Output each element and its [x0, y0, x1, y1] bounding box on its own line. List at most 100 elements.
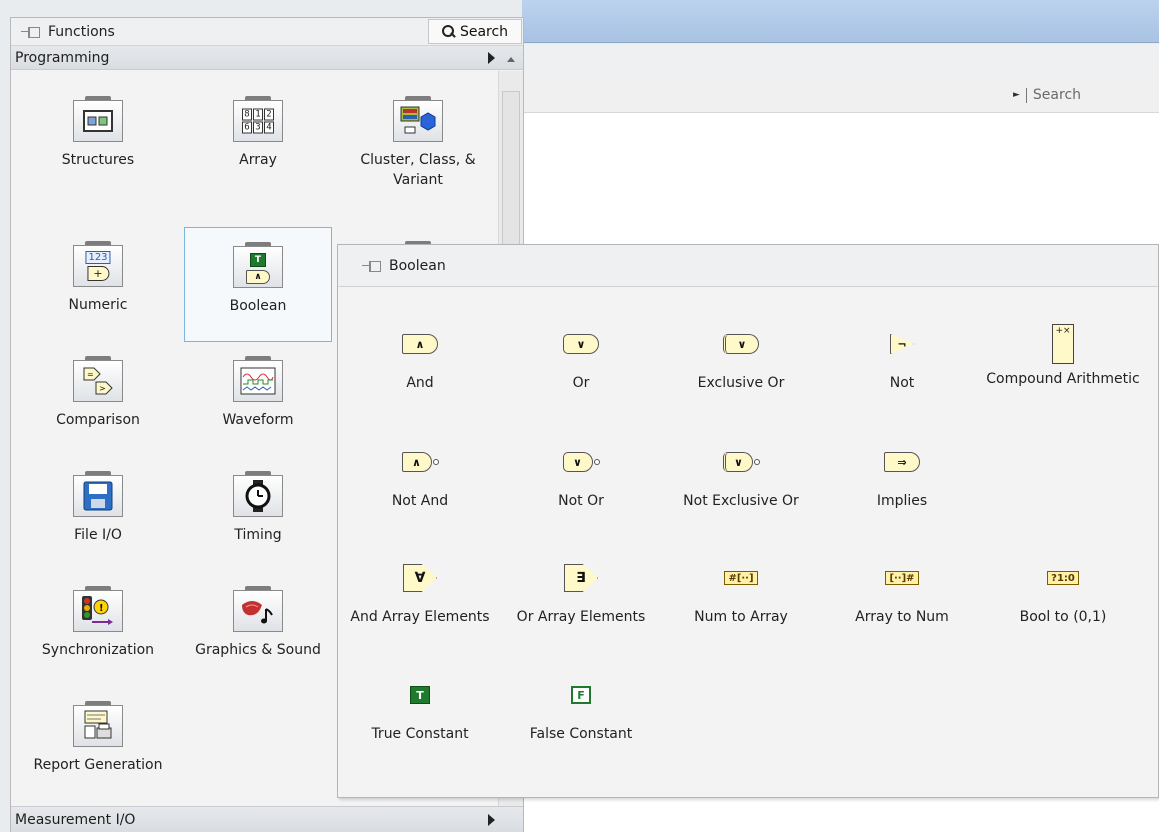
- fn-label: Exclusive Or: [697, 375, 785, 391]
- file-io-icon: [73, 471, 123, 517]
- fn-label: Or Array Elements: [516, 609, 646, 625]
- fn-label: And: [406, 375, 434, 391]
- cluster-class-variant-icon: [393, 96, 443, 142]
- graphics-sound-icon: [233, 586, 283, 632]
- xnor-gate-icon: ∨: [722, 452, 753, 472]
- false-constant-icon: F: [571, 686, 591, 704]
- numeric-icon: 123 +: [73, 241, 123, 287]
- bool-to-01-icon: ?1:0: [1047, 571, 1079, 585]
- tile-array[interactable]: 8 1 2 6 3 4 Array: [184, 82, 332, 197]
- window-title-strip: [522, 0, 1159, 43]
- functions-palette-title: Functions: [48, 23, 115, 40]
- tile-label: Structures: [61, 152, 135, 168]
- tile-report-generation[interactable]: Report Generation: [24, 687, 172, 802]
- fn-label: False Constant: [529, 726, 633, 742]
- fn-implies[interactable]: ⇒ Implies: [822, 445, 982, 511]
- xor-gate-icon: ∨: [723, 334, 759, 354]
- fn-not-and[interactable]: ∧ Not And: [340, 445, 500, 511]
- fn-compound-arithmetic[interactable]: +× Compound Arithmetic: [983, 323, 1143, 389]
- svg-text:>: >: [99, 384, 106, 393]
- tile-label: Graphics & Sound: [195, 642, 321, 658]
- fn-and-array-elements[interactable]: ∀ And Array Elements: [340, 561, 500, 627]
- tile-comparison[interactable]: = > Comparison: [24, 342, 172, 457]
- or-array-icon: ∃: [564, 564, 598, 592]
- fn-bool-to-01[interactable]: ?1:0 Bool to (0,1): [983, 561, 1143, 627]
- tile-file-io[interactable]: File I/O: [24, 457, 172, 572]
- toolbar-strip: [522, 44, 1159, 78]
- tile-waveform[interactable]: Waveform: [184, 342, 332, 457]
- tile-label: Timing: [234, 527, 282, 543]
- tile-label: Report Generation: [33, 757, 163, 773]
- array-cell: 4: [264, 121, 274, 134]
- tile-label: File I/O: [74, 527, 122, 543]
- and-array-icon: ∀: [403, 564, 437, 592]
- tile-graphics-sound[interactable]: Graphics & Sound: [184, 572, 332, 687]
- comparison-icon: = >: [73, 356, 123, 402]
- fn-not[interactable]: ¬ Not: [822, 327, 982, 393]
- svg-text:!: !: [99, 603, 104, 614]
- category-programming-label: Programming: [15, 49, 110, 66]
- array-cell: 2: [264, 108, 274, 121]
- tile-boolean[interactable]: T ∧ Boolean: [184, 227, 332, 342]
- fn-label: Not Exclusive Or: [683, 493, 799, 509]
- fn-true-constant[interactable]: T True Constant: [340, 678, 500, 744]
- search-caret: [1025, 87, 1027, 103]
- tile-label: Numeric: [68, 297, 128, 313]
- array-icon: 8 1 2 6 3 4: [233, 96, 283, 142]
- right-search-placeholder: Search: [1032, 87, 1082, 103]
- right-search-field[interactable]: ► Search: [1013, 84, 1159, 106]
- right-search-bar: ► Search: [521, 78, 1159, 113]
- array-cell: 3: [253, 121, 263, 134]
- scroll-up-icon[interactable]: [507, 57, 515, 62]
- tile-timing[interactable]: Timing: [184, 457, 332, 572]
- pin-icon[interactable]: [21, 26, 40, 38]
- fn-not-exclusive-or[interactable]: ∨ Not Exclusive Or: [661, 445, 821, 511]
- invert-bubble-icon: [753, 459, 760, 465]
- fn-label: Bool to (0,1): [1019, 609, 1107, 625]
- expand-arrow-icon: [488, 52, 495, 64]
- fn-false-constant[interactable]: F False Constant: [501, 678, 661, 744]
- fn-label: Or: [572, 375, 590, 391]
- invert-bubble-icon: [432, 459, 439, 465]
- tile-label: Array: [239, 152, 277, 168]
- tile-label: Comparison: [56, 412, 140, 428]
- functions-palette-header: Functions Search: [11, 18, 523, 46]
- waveform-icon: [233, 356, 283, 402]
- fn-num-to-array[interactable]: #[··] Num to Array: [661, 561, 821, 627]
- array-to-num-icon: [··]#: [885, 571, 919, 585]
- search-button[interactable]: Search: [428, 19, 522, 44]
- fn-label: Array to Num: [855, 609, 949, 625]
- fn-array-to-num[interactable]: [··]# Array to Num: [822, 561, 982, 627]
- tile-cluster-class-variant[interactable]: Cluster, Class, & Variant: [344, 82, 492, 197]
- report-generation-icon: [73, 701, 123, 747]
- tile-synchronization[interactable]: ! Synchronization: [24, 572, 172, 687]
- svg-text:=: =: [87, 370, 94, 379]
- category-measurement-io[interactable]: Measurement I/O: [11, 806, 523, 832]
- compound-arithmetic-icon: +×: [1052, 324, 1074, 364]
- nor-gate-icon: ∨: [562, 452, 593, 472]
- fn-label: Implies: [876, 493, 928, 509]
- search-options-arrow-icon[interactable]: ►: [1013, 90, 1020, 100]
- boolean-palette-header: Boolean: [338, 245, 1158, 287]
- array-cell: 8: [242, 108, 252, 121]
- tile-numeric[interactable]: 123 + Numeric: [24, 227, 172, 342]
- fn-exclusive-or[interactable]: ∨ Exclusive Or: [661, 327, 821, 393]
- fn-label: Not And: [391, 493, 449, 509]
- fn-not-or[interactable]: ∨ Not Or: [501, 445, 661, 511]
- fn-or[interactable]: ∨ Or: [501, 327, 661, 393]
- timing-icon: [233, 471, 283, 517]
- tile-structures[interactable]: Structures: [24, 82, 172, 197]
- num-to-array-icon: #[··]: [724, 571, 758, 585]
- search-icon: [441, 24, 456, 39]
- pin-icon[interactable]: [362, 260, 381, 272]
- not-gate-icon: ¬: [890, 334, 914, 354]
- boolean-t-glyph: T: [250, 253, 266, 267]
- array-cell: 1: [253, 108, 263, 121]
- tile-label: Boolean: [229, 298, 287, 314]
- fn-and[interactable]: ∧ And: [340, 327, 500, 393]
- implies-gate-icon: ⇒: [884, 452, 920, 472]
- fn-or-array-elements[interactable]: ∃ Or Array Elements: [501, 561, 661, 627]
- numeric-glyph: 123: [85, 251, 111, 264]
- search-button-label: Search: [459, 23, 509, 40]
- category-programming[interactable]: Programming: [11, 46, 523, 70]
